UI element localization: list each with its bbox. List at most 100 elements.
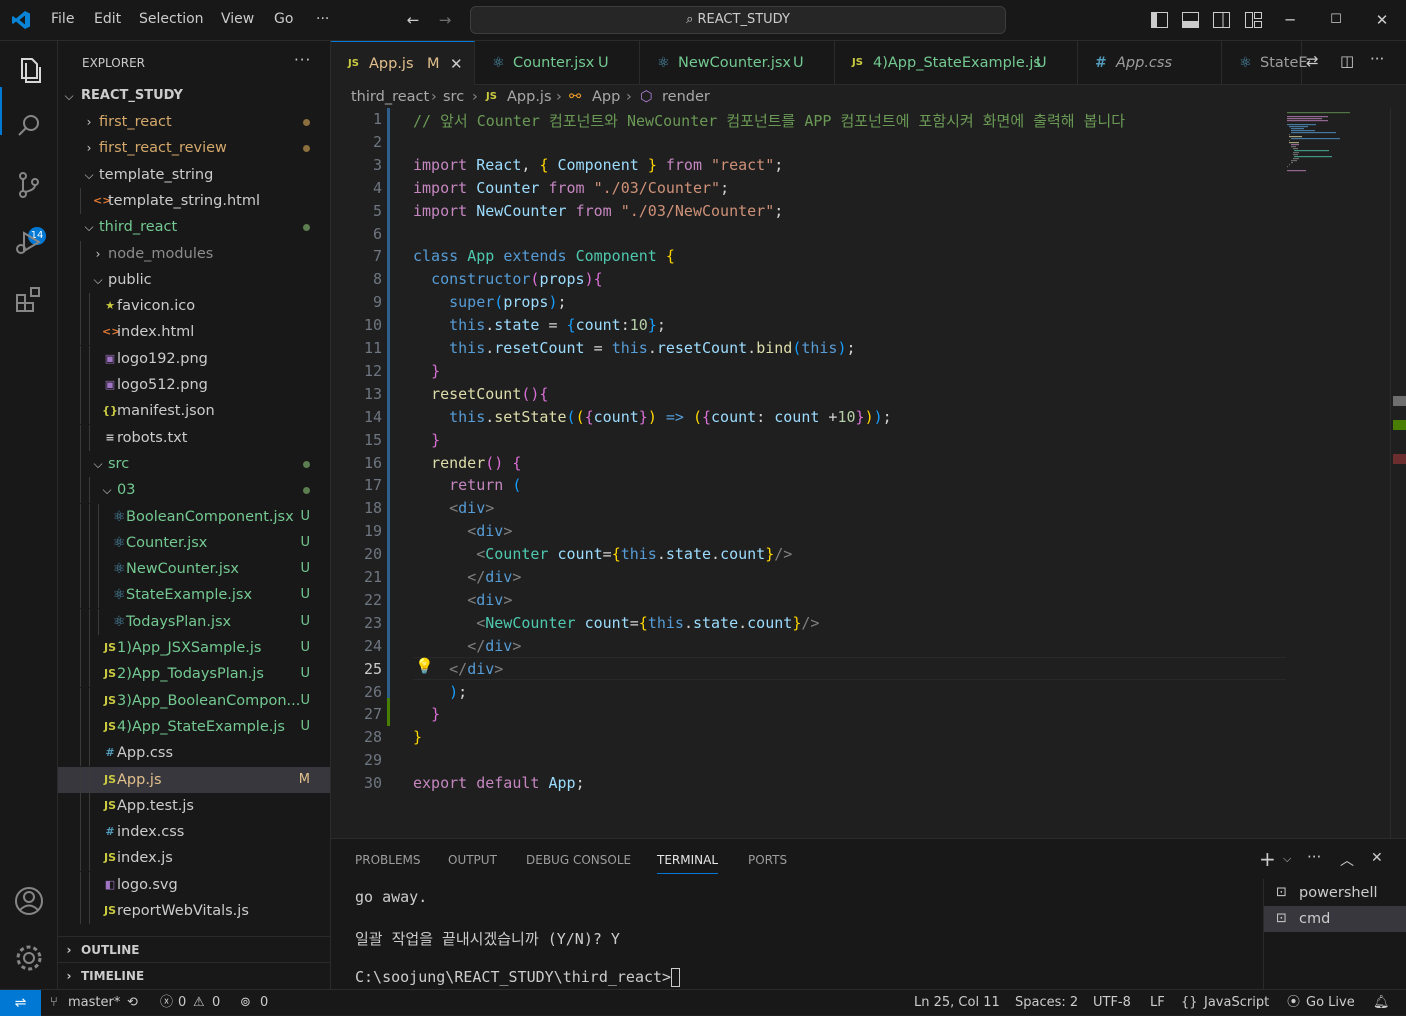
tab-debug-console[interactable]: DEBUG CONSOLE xyxy=(526,853,631,867)
tree-file[interactable]: JS 3)App_BooleanCompon... U xyxy=(58,687,330,714)
tree-file[interactable]: # App.css xyxy=(58,740,330,767)
run-debug-icon[interactable] xyxy=(12,225,46,259)
minimize-icon[interactable]: ─ xyxy=(1281,11,1299,29)
tab-problems[interactable]: PROBLEMS xyxy=(355,853,421,867)
timeline-section[interactable]: › TIMELINE xyxy=(58,962,330,988)
tree-file[interactable]: ≡ robots.txt xyxy=(58,424,330,451)
git-branch[interactable]: master* xyxy=(68,990,120,1016)
tree-file[interactable]: ⚛ Counter.jsx U xyxy=(58,529,330,556)
menu-go[interactable]: Go xyxy=(274,11,293,27)
tree-file[interactable]: {} manifest.json xyxy=(58,398,330,425)
outline-section[interactable]: › OUTLINE xyxy=(58,936,330,962)
tree-folder[interactable]: › node_modules xyxy=(58,240,330,267)
tree-file[interactable]: ▣ logo192.png xyxy=(58,345,330,372)
explorer-files-icon[interactable] xyxy=(12,52,46,86)
new-terminal-icon[interactable]: + xyxy=(1259,847,1276,871)
menu-selection[interactable]: Selection xyxy=(139,11,204,27)
remote-indicator-icon[interactable]: ⇌ xyxy=(0,990,41,1016)
toggle-primary-sidebar-icon[interactable] xyxy=(1151,12,1168,28)
tree-file[interactable]: ★ favicon.ico xyxy=(58,293,330,320)
terminal-prompt[interactable]: C:\soojung\REACT_STUDY\third_react> xyxy=(355,968,671,986)
close-window-icon[interactable]: ✕ xyxy=(1373,11,1391,29)
forward-arrow-icon[interactable]: → xyxy=(436,11,454,29)
cursor-position[interactable]: Ln 25, Col 11 xyxy=(914,990,1000,1016)
encoding[interactable]: UTF-8 xyxy=(1093,990,1131,1016)
breadcrumb-folder[interactable]: third_react xyxy=(351,86,429,108)
menu-view[interactable]: View xyxy=(221,11,254,27)
tab-output[interactable]: OUTPUT xyxy=(448,853,497,867)
go-live-button[interactable]: Go Live xyxy=(1306,990,1355,1016)
split-editor-icon[interactable]: ◫ xyxy=(1340,52,1354,70)
tree-folder[interactable]: ⌵ src xyxy=(58,450,330,477)
close-tab-icon[interactable]: ✕ xyxy=(450,42,463,86)
editor-tab[interactable]: # App.css xyxy=(1078,41,1222,85)
error-count[interactable]: 0 xyxy=(178,990,186,1016)
tree-file[interactable]: ◧ logo.svg xyxy=(58,871,330,898)
editor-tab[interactable]: ⚛ StateE xyxy=(1222,41,1308,85)
menu-file[interactable]: File xyxy=(51,11,74,27)
tree-file[interactable]: # index.css xyxy=(58,819,330,846)
terminal-cmd[interactable]: ⊡ cmd xyxy=(1264,906,1406,932)
breadcrumb-class[interactable]: App xyxy=(592,86,620,108)
tree-file[interactable]: JS index.js xyxy=(58,845,330,872)
tree-file[interactable]: ⚛ NewCounter.jsx U xyxy=(58,556,330,583)
indentation[interactable]: Spaces: 2 xyxy=(1015,990,1078,1016)
breadcrumb-file[interactable]: App.js xyxy=(507,86,552,108)
command-center-search[interactable]: ⌕ REACT_STUDY xyxy=(470,6,1006,34)
editor-tab[interactable]: ⚛ Counter.jsx U xyxy=(475,41,640,85)
tree-file[interactable]: JS 2)App_TodaysPlan.js U xyxy=(58,661,330,688)
tree-folder[interactable]: ⌵ public xyxy=(58,266,330,293)
tree-file[interactable]: JS 4)App_StateExample.js U xyxy=(58,713,330,740)
chevron-down-icon[interactable]: ⌵ xyxy=(1283,852,1291,866)
search-icon[interactable] xyxy=(12,109,46,143)
terminal-powershell[interactable]: ⊡ powershell xyxy=(1264,880,1406,906)
tree-folder[interactable]: ⌵ third_react xyxy=(58,214,330,240)
tree-file[interactable]: <> index.html xyxy=(58,319,330,346)
vscode-logo-icon[interactable] xyxy=(11,10,31,30)
tree-folder[interactable]: ⌵ template_string xyxy=(58,162,330,188)
maximize-icon[interactable]: ☐ xyxy=(1327,11,1345,29)
minimap[interactable] xyxy=(1287,108,1390,838)
tree-folder[interactable]: › first_react xyxy=(58,109,330,135)
accounts-icon[interactable] xyxy=(12,884,46,918)
editor-more-icon[interactable]: ··· xyxy=(1370,50,1384,68)
tree-file[interactable]: ⚛ StateExample.jsx U xyxy=(58,582,330,609)
ports-count[interactable]: 0 xyxy=(260,990,268,1016)
warning-count[interactable]: 0 xyxy=(212,990,220,1016)
menu-edit[interactable]: Edit xyxy=(94,11,121,27)
line-ending[interactable]: LF xyxy=(1150,990,1165,1016)
breadcrumb-method[interactable]: render xyxy=(662,86,710,108)
tree-folder[interactable]: › first_react_review xyxy=(58,135,330,161)
tree-file[interactable]: ▣ logo512.png xyxy=(58,372,330,398)
tree-file[interactable]: ⚛ BooleanComponent.jsx U xyxy=(58,503,330,530)
maximize-panel-icon[interactable]: ︿ xyxy=(1340,850,1354,870)
customize-layout-icon[interactable] xyxy=(1245,12,1262,28)
editor-scrollbar[interactable] xyxy=(1390,108,1406,838)
language-mode[interactable]: JavaScript xyxy=(1204,990,1269,1016)
toggle-panel-icon[interactable] xyxy=(1182,12,1199,28)
extensions-icon[interactable] xyxy=(12,283,46,317)
breadcrumb-src[interactable]: src xyxy=(443,86,464,108)
menu-more[interactable]: ··· xyxy=(316,11,329,27)
compare-changes-icon[interactable]: ⇄ xyxy=(1306,52,1319,70)
workspace-root[interactable]: ⌵ REACT_STUDY xyxy=(58,83,330,109)
sync-icon[interactable]: ⟲ xyxy=(127,990,138,1016)
tree-file[interactable]: <> template_string.html xyxy=(58,187,330,214)
settings-gear-icon[interactable] xyxy=(12,941,46,975)
tree-file[interactable]: JS 1)App_JSXSample.js U xyxy=(58,635,330,661)
code-editor[interactable]: 💡 1// 앞서 Counter 컴포넌트와 NewCounter 컴포넌트를 … xyxy=(331,108,1406,838)
tree-file[interactable]: JS App.test.js xyxy=(58,792,330,819)
notifications-bell-icon[interactable]: 🔔︎ xyxy=(1373,990,1390,1016)
tree-file[interactable]: ⚛ TodaysPlan.jsx U xyxy=(58,608,330,635)
editor-tab[interactable]: JS App.js M ✕ xyxy=(331,41,475,85)
editor-tab[interactable]: ⚛ NewCounter.jsx U xyxy=(640,41,835,85)
close-panel-icon[interactable]: ✕ xyxy=(1371,850,1383,866)
editor-tab[interactable]: JS 4)App_StateExample.js U xyxy=(835,41,1078,85)
tree-file[interactable]: JS reportWebVitals.js xyxy=(58,898,330,924)
source-control-icon[interactable] xyxy=(12,168,46,202)
back-arrow-icon[interactable]: ← xyxy=(404,11,422,29)
tab-ports[interactable]: PORTS xyxy=(748,853,787,867)
tab-terminal[interactable]: TERMINAL xyxy=(657,853,719,874)
panel-more-icon[interactable]: ··· xyxy=(1307,848,1321,866)
toggle-secondary-sidebar-icon[interactable] xyxy=(1213,12,1230,28)
